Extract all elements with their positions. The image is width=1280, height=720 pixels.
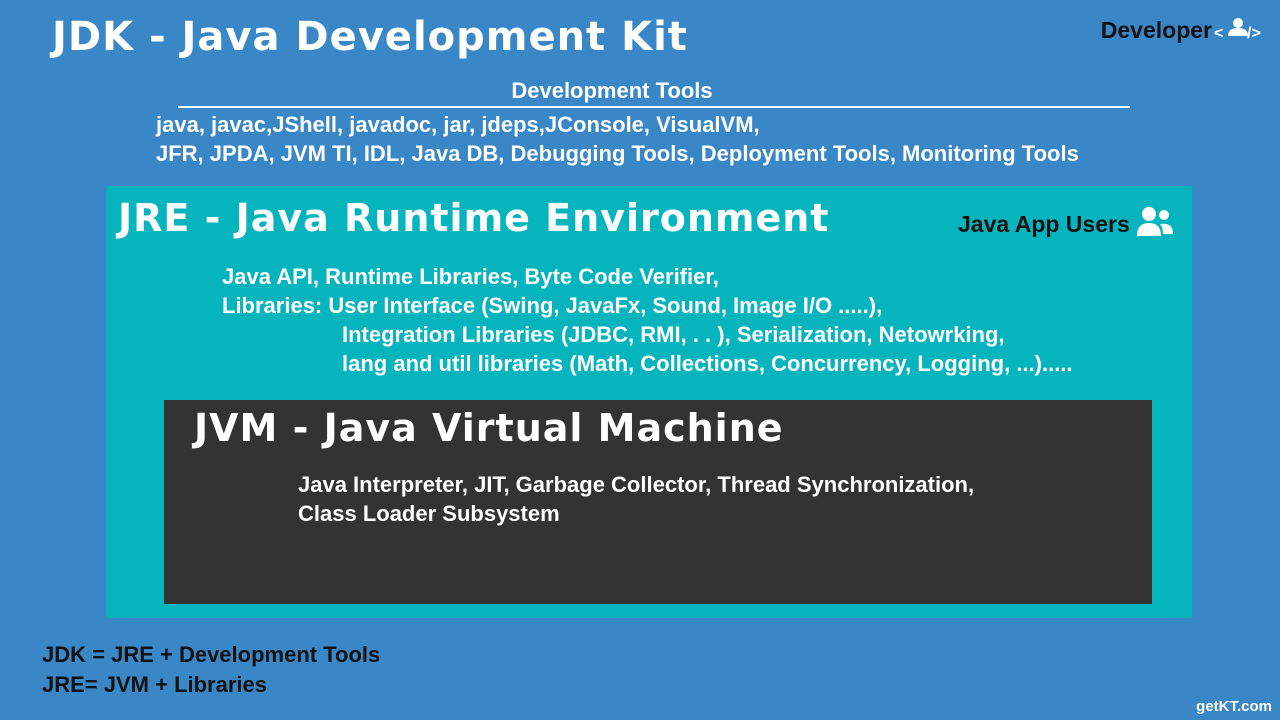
jdk-title: JDK - Java Development Kit [52, 14, 688, 60]
java-app-users-label: Java App Users [958, 211, 1130, 238]
development-tools-line-2: JFR, JPDA, JVM TI, IDL, Java DB, Debuggi… [156, 141, 1079, 167]
svg-text:<: < [1214, 25, 1223, 42]
developer-code-icon: < /> [1214, 16, 1266, 44]
watermark: getKT.com [1196, 698, 1272, 715]
java-app-users-group: Java App Users [958, 206, 1174, 243]
jre-description-line-2: Libraries: User Interface (Swing, JavaFx… [222, 293, 882, 319]
formula-jre: JRE= JVM + Libraries [42, 672, 267, 698]
developer-label: Developer [1101, 17, 1212, 44]
svg-text:/>: /> [1247, 25, 1261, 42]
jvm-description-line-1: Java Interpreter, JIT, Garbage Collector… [298, 472, 974, 498]
formula-jdk: JDK = JRE + Development Tools [42, 642, 380, 668]
developer-label-group: Developer < /> [1101, 16, 1266, 44]
jre-description-line-1: Java API, Runtime Libraries, Byte Code V… [222, 264, 719, 290]
development-tools-heading: Development Tools [0, 78, 1224, 104]
jvm-title: JVM - Java Virtual Machine [194, 406, 784, 450]
development-tools-line-1: java, javac,JShell, javadoc, jar, jdeps,… [156, 112, 760, 138]
jvm-description-line-2: Class Loader Subsystem [298, 501, 560, 527]
users-icon [1136, 206, 1174, 243]
development-tools-divider [178, 106, 1130, 108]
jre-description-line-4: lang and util libraries (Math, Collectio… [342, 351, 1073, 377]
jre-description-line-3: Integration Libraries (JDBC, RMI, . . ),… [342, 322, 1005, 348]
jre-title: JRE - Java Runtime Environment [118, 196, 829, 240]
